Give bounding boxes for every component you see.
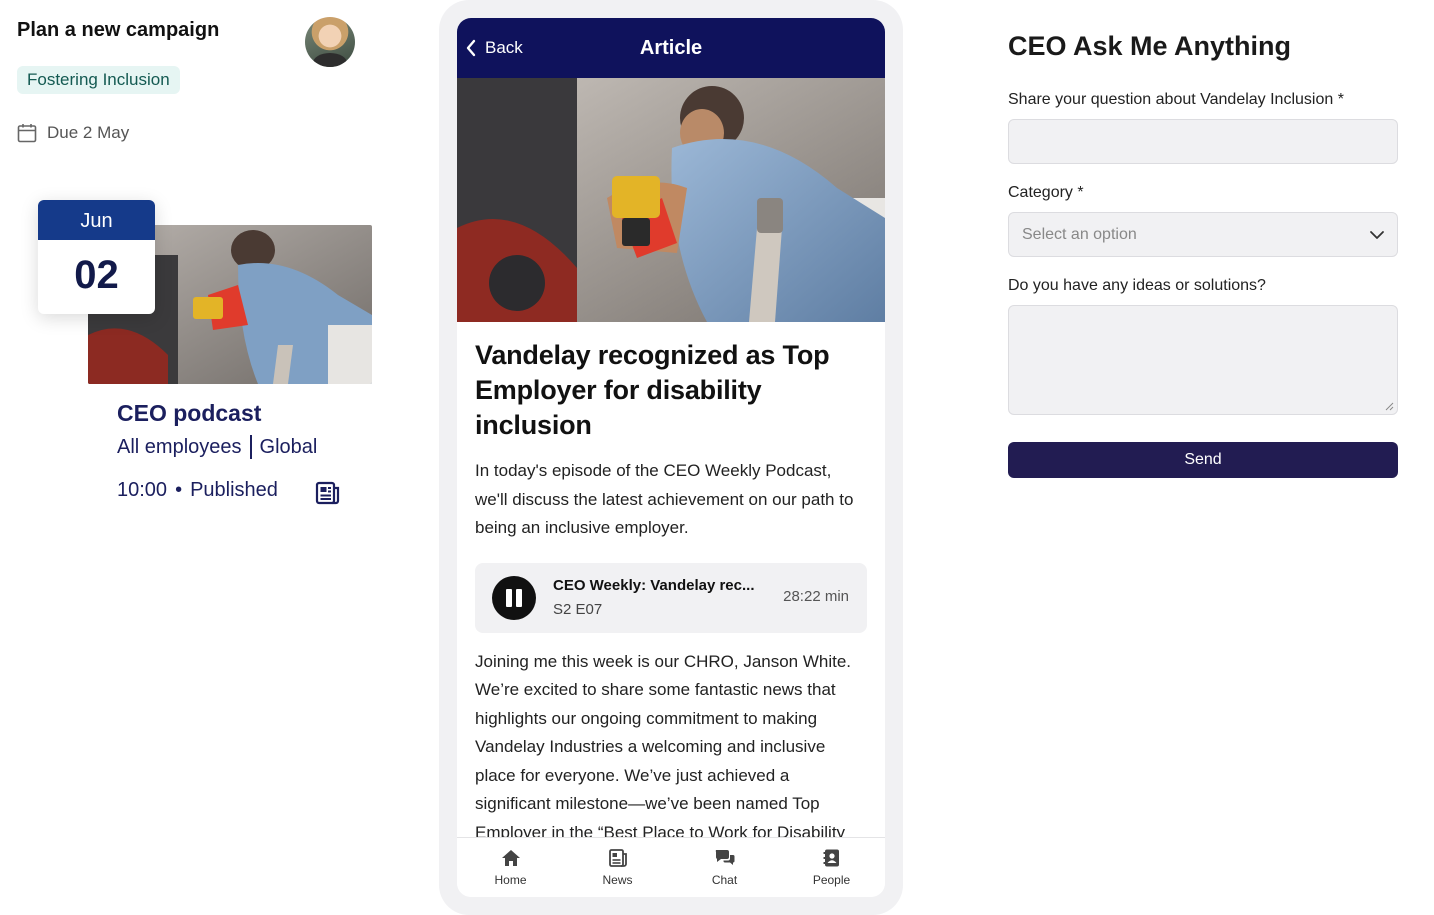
divider [249, 435, 252, 459]
nav-people-label: People [812, 873, 851, 887]
event-audience: All employees Global [117, 435, 317, 459]
article-header: Back Article [457, 18, 885, 78]
chat-icon [715, 850, 734, 865]
calendar-icon [17, 123, 37, 143]
article-hero-image [457, 78, 885, 322]
nav-chat-label: Chat [711, 873, 738, 887]
event-status: Published [190, 479, 278, 501]
event-meta: 10:00 • Published [117, 479, 278, 502]
nav-home[interactable]: Home [457, 838, 564, 897]
episode-duration: 28:22 min [783, 587, 849, 605]
resize-handle-icon[interactable] [1384, 401, 1394, 411]
due-date: Due 2 May [17, 123, 129, 143]
home-icon [501, 850, 520, 866]
category-label: Category * [1008, 184, 1084, 201]
nav-news-label: News [602, 873, 633, 887]
article-lead: In today's episode of the CEO Weekly Pod… [475, 461, 854, 537]
category-placeholder: Select an option [1022, 226, 1137, 243]
category-select[interactable]: Select an option [1008, 212, 1398, 257]
event-title[interactable]: CEO podcast [117, 400, 261, 427]
article-title: Vandelay recognized as Top Employer for … [475, 340, 830, 440]
send-button[interactable]: Send [1008, 442, 1398, 478]
question-label: Share your question about Vandelay Inclu… [1008, 91, 1344, 108]
bottom-navigation: Home News Chat People [457, 837, 885, 897]
episode-number: S2 E07 [553, 600, 603, 618]
pause-icon[interactable] [492, 575, 536, 620]
nav-home-label: Home [494, 873, 527, 887]
header-title: Article [639, 37, 703, 59]
ideas-label: Do you have any ideas or solutions? [1008, 277, 1266, 294]
event-time: 10:00 [117, 479, 168, 501]
episode-title: CEO Weekly: Vandelay rec... [553, 576, 755, 594]
news-icon [608, 849, 627, 867]
ideas-textarea[interactable] [1008, 305, 1398, 415]
user-avatar[interactable] [305, 17, 355, 67]
meta-separator: • [175, 479, 183, 501]
phone-screen: Back Article Vandelay recognized as Top … [457, 18, 885, 897]
due-date-label: Due 2 May [47, 123, 130, 142]
chevron-down-icon [1370, 231, 1384, 239]
form-title: CEO Ask Me Anything [1008, 31, 1292, 61]
nav-people[interactable]: People [778, 838, 885, 897]
phone-frame: Back Article Vandelay recognized as Top … [439, 0, 903, 915]
article-body: Vandelay recognized as Top Employer for … [457, 338, 885, 876]
audience-label: All employees [117, 435, 242, 458]
campaign-tag[interactable]: Fostering Inclusion [17, 66, 180, 94]
region-label: Global [259, 435, 318, 458]
nav-news[interactable]: News [564, 838, 671, 897]
event-day: 02 [74, 253, 119, 297]
question-input[interactable] [1008, 119, 1398, 164]
podcast-player[interactable]: CEO Weekly: Vandelay rec... S2 E07 28:22… [475, 562, 867, 633]
people-icon [823, 849, 839, 867]
event-month: Jun [38, 200, 155, 240]
nav-chat[interactable]: Chat [671, 838, 778, 897]
campaign-title: Plan a new campaign [17, 19, 220, 41]
news-icon[interactable] [315, 480, 341, 506]
campaign-panel: Plan a new campaign Fostering Inclusion … [0, 0, 420, 915]
event-date-badge: Jun 02 [38, 200, 155, 314]
